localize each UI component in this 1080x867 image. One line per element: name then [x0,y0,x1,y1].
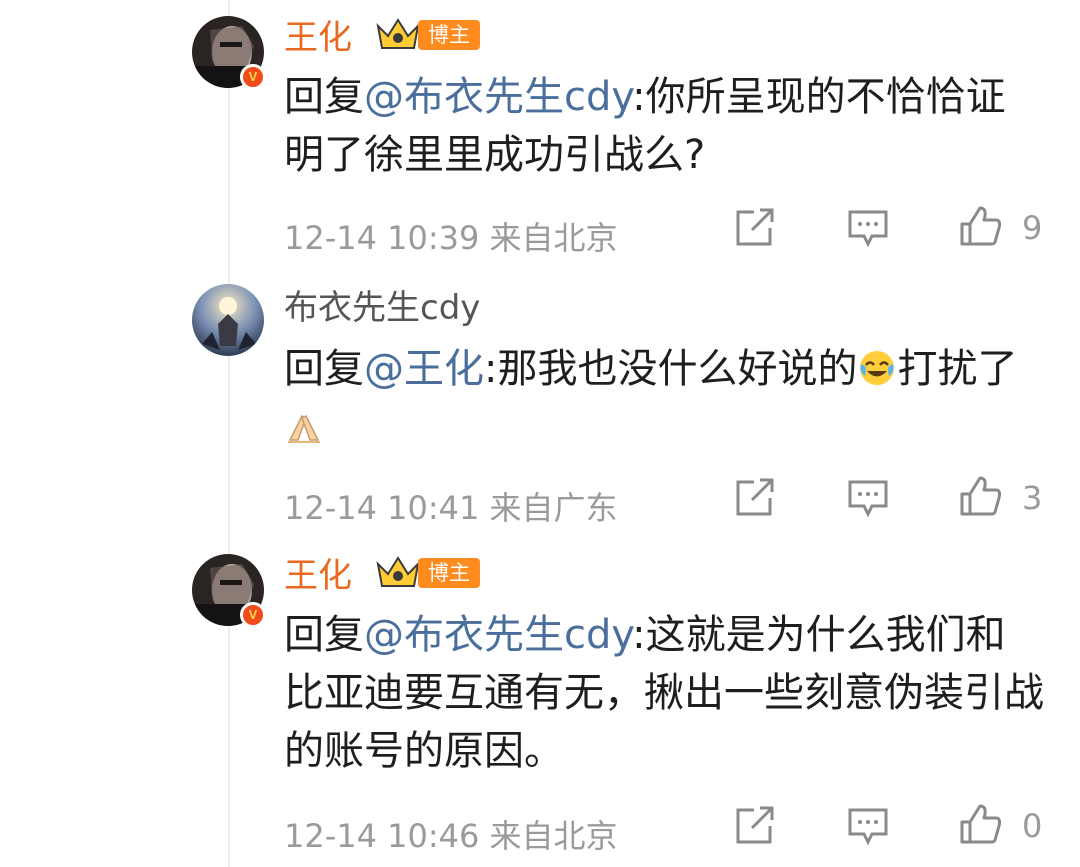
avatar[interactable] [192,284,264,356]
mention-link[interactable]: @布衣先生cdy [364,74,632,120]
comment-body-2: 打扰了 [897,346,1018,392]
mention-link[interactable]: @布衣先生cdy [364,612,632,658]
like-count: 0 [1022,807,1043,845]
repost-icon[interactable] [732,804,776,848]
comment-meta: 12-14 10:46 来自北京 [284,816,618,856]
host-badge: 博主 [418,558,480,588]
comment-icon[interactable] [846,804,890,848]
author-name[interactable]: 王化 [284,18,352,58]
thread-line [228,0,230,867]
like-count: 3 [1022,479,1043,517]
like-count: 9 [1022,209,1043,247]
repost-icon[interactable] [732,206,776,250]
comment-meta: 12-14 10:39 来自北京 [284,218,618,258]
host-badge: 博主 [418,20,480,50]
location: 来自北京 [489,817,618,855]
location: 来自广东 [489,489,618,527]
thumbs-up-icon[interactable] [958,204,1002,248]
comment-icon[interactable] [846,206,890,250]
verified-badge-icon: V [240,64,266,90]
crown-icon [376,556,420,587]
mention-link[interactable]: @王化 [364,346,484,392]
timestamp: 12-14 10:41 [284,489,480,527]
repost-icon[interactable] [732,476,776,520]
comment-body: :那我也没什么好说的 [484,346,858,392]
timestamp: 12-14 10:46 [284,817,480,855]
avatar[interactable]: V [192,16,266,90]
crying-laughing-emoji [860,351,895,385]
location: 来自北京 [489,219,618,257]
reply-prefix: 回复 [284,612,364,658]
thumbs-up-icon[interactable] [958,474,1002,518]
pleading-hands-emoji [288,414,320,443]
comment-text: 回复@布衣先生cdy:这就是为什么我们和比亚迪要互通有无，揪出一些刻意伪装引战的… [284,606,1044,780]
comment-text: 回复@布衣先生cdy:你所呈现的不恰恰证明了徐里里成功引战么? [284,68,1044,184]
crown-icon [376,18,420,49]
thumbs-up-icon[interactable] [958,802,1002,846]
reply-prefix: 回复 [284,346,364,392]
author-name[interactable]: 王化 [284,556,352,596]
avatar[interactable]: V [192,554,266,628]
verified-badge-icon: V [240,602,266,628]
comment-text: 回复@王化:那我也没什么好说的 打扰了 [284,340,1044,456]
timestamp: 12-14 10:39 [284,219,480,257]
comment-icon[interactable] [846,476,890,520]
reply-prefix: 回复 [284,74,364,120]
author-name[interactable]: 布衣先生cdy [284,288,480,328]
comment-meta: 12-14 10:41 来自广东 [284,488,618,528]
